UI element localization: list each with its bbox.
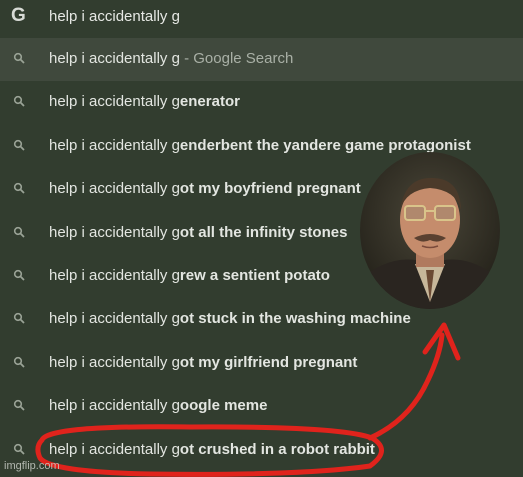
suggestion-text: help i accidentally got my boyfriend pre… — [49, 180, 361, 198]
suggestion-text: help i accidentally google meme — [49, 397, 268, 415]
suggestion-text: help i accidentally got crushed in a rob… — [49, 440, 375, 458]
suggestion-text: help i accidentally g - Google Search — [49, 50, 294, 67]
search-icon — [13, 139, 25, 151]
omnibox[interactable]: G help i accidentally g — [0, 0, 523, 37]
suggestion-text: help i accidentally got my girlfriend pr… — [49, 353, 358, 371]
search-icon — [13, 269, 25, 281]
suggestion-text: help i accidentally generator — [49, 93, 240, 111]
suggestion-item[interactable]: help i accidentally got my girlfriend pr… — [0, 342, 523, 385]
search-icon — [13, 52, 25, 64]
suggestion-text: help i accidentally got all the infinity… — [49, 223, 348, 241]
google-logo: G — [11, 5, 26, 26]
search-icon — [13, 356, 25, 368]
suggestion-item[interactable]: help i accidentally got crushed in a rob… — [0, 429, 523, 472]
suggestion-item[interactable]: help i accidentally generator — [0, 81, 523, 124]
suggestion-text: help i accidentally got stuck in the was… — [49, 310, 411, 328]
search-icon — [13, 443, 25, 455]
search-input[interactable]: help i accidentally g — [49, 8, 180, 25]
watermark-text: imgflip.com — [4, 460, 60, 472]
search-icon — [13, 226, 25, 238]
search-icon — [13, 313, 25, 324]
suggestion-text: help i accidentally genderbent the yande… — [49, 136, 471, 154]
search-icon — [13, 96, 25, 108]
man-portrait-image — [360, 152, 500, 309]
suggestion-text: help i accidentally grew a sentient pota… — [49, 266, 330, 284]
search-icon — [13, 400, 25, 411]
search-icon — [13, 183, 25, 194]
suggestion-item[interactable]: help i accidentally g - Google Search — [0, 38, 523, 82]
suggestion-item[interactable]: help i accidentally google meme — [0, 385, 523, 428]
